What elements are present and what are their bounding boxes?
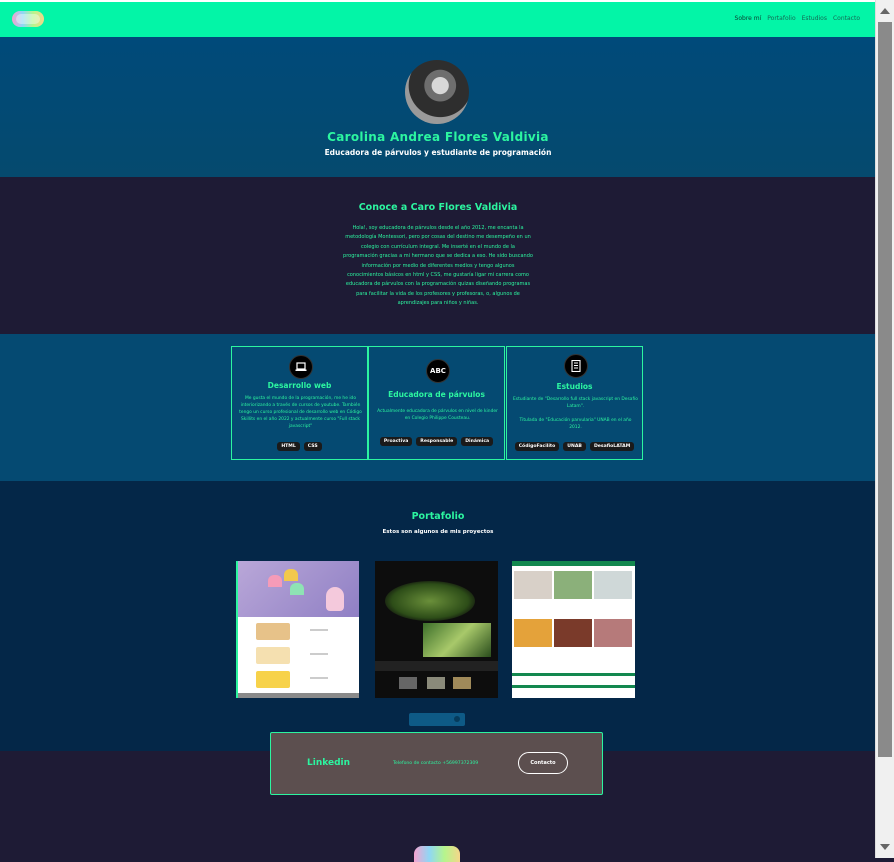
- doll-image: [326, 587, 344, 611]
- about-text: Hola!, soy educadora de párvulos desde e…: [343, 225, 533, 307]
- portfolio-title: Portafolio: [411, 511, 465, 522]
- nav-link-portafolio[interactable]: Portafolio: [767, 15, 795, 22]
- skill-badges: Proactiva Responsable Dinámica: [369, 437, 504, 446]
- arrow-icon: [454, 716, 460, 722]
- abc-icon: ABC: [426, 359, 450, 383]
- nav-link-estudios[interactable]: Estudios: [802, 15, 827, 22]
- about-section: Conoce a Caro Flores Valdivia Hola!, soy…: [0, 177, 876, 334]
- skill-badges: CódigoFacilito UNAB DesafioLATAM: [507, 442, 642, 451]
- badge: CódigoFacilito: [514, 442, 560, 451]
- skill-card-estudios: Estudios Estudiante de "Desarrollo full …: [506, 346, 643, 460]
- scroll-down-icon[interactable]: [880, 844, 890, 850]
- portfolio-section: Portafolio Estos son algunos de mis proy…: [0, 481, 876, 751]
- linkedin-link[interactable]: Linkedin: [307, 758, 350, 768]
- hero-subtitle: Educadora de párvulos y estudiante de pr…: [324, 148, 552, 157]
- project-thumbnail-1[interactable]: [236, 561, 359, 698]
- navbar: Sobre mí Portafolio Estudios Contacto: [0, 0, 876, 37]
- skills-section: Desarrollo web Me gusta el mundo de la p…: [0, 334, 876, 481]
- badge: UNAB: [563, 442, 586, 451]
- portfolio-subtitle: Estos son algunos de mis proyectos: [382, 529, 494, 535]
- badge: HTML: [277, 442, 300, 451]
- hero-section: Carolina Andrea Flores Valdivia Educador…: [0, 37, 876, 177]
- skill-card-web: Desarrollo web Me gusta el mundo de la p…: [231, 346, 368, 460]
- avatar: [405, 60, 469, 124]
- skill-title: Educadora de párvulos: [388, 390, 485, 399]
- scrollbar[interactable]: [875, 0, 894, 858]
- skill-text: Me gusta el mundo de la programación, me…: [239, 396, 362, 429]
- laptop-icon: [289, 355, 313, 379]
- about-title: Conoce a Caro Flores Valdivia: [358, 202, 518, 213]
- notebook-icon: [564, 354, 588, 378]
- skill-text: Actualmente educadora de párvulos en niv…: [377, 409, 498, 421]
- nav-link-contacto[interactable]: Contacto: [833, 15, 860, 22]
- skill-badges: HTML CSS: [232, 442, 367, 451]
- badge: Responsable: [416, 437, 458, 446]
- project-thumbnail-2[interactable]: [375, 561, 498, 698]
- contact-button[interactable]: Contacto: [518, 752, 568, 774]
- skill-title: Estudios: [556, 382, 593, 391]
- footer-logo: [414, 846, 460, 862]
- badge: Dinámica: [461, 437, 494, 446]
- scrollbar-thumb[interactable]: [878, 22, 892, 757]
- phone-text: Telefono de contacto +56997372309: [393, 761, 479, 766]
- project-thumbnail-3[interactable]: [512, 561, 635, 698]
- contact-box: Linkedin Telefono de contacto +569973723…: [270, 732, 603, 795]
- badge: CSS: [303, 442, 322, 451]
- scroll-up-icon[interactable]: [880, 8, 890, 14]
- hero-name: Carolina Andrea Flores Valdivia: [327, 130, 549, 144]
- nav-link-sobre-mi[interactable]: Sobre mí: [735, 15, 762, 22]
- nav-links: Sobre mí Portafolio Estudios Contacto: [735, 15, 860, 22]
- badge: DesafioLATAM: [589, 442, 635, 451]
- more-projects-button[interactable]: [409, 713, 465, 726]
- project-image: [385, 581, 475, 621]
- skill-title: Desarrollo web: [267, 381, 332, 390]
- skill-text-2: Titulada de "Educación parvularia" UNAB …: [519, 418, 632, 430]
- skill-text: Estudiante de "Desarrollo full stack jav…: [513, 397, 638, 409]
- skill-card-educadora: ABC Educadora de párvulos Actualmente ed…: [368, 346, 505, 460]
- site-logo[interactable]: [12, 11, 44, 27]
- badge: Proactiva: [379, 437, 413, 446]
